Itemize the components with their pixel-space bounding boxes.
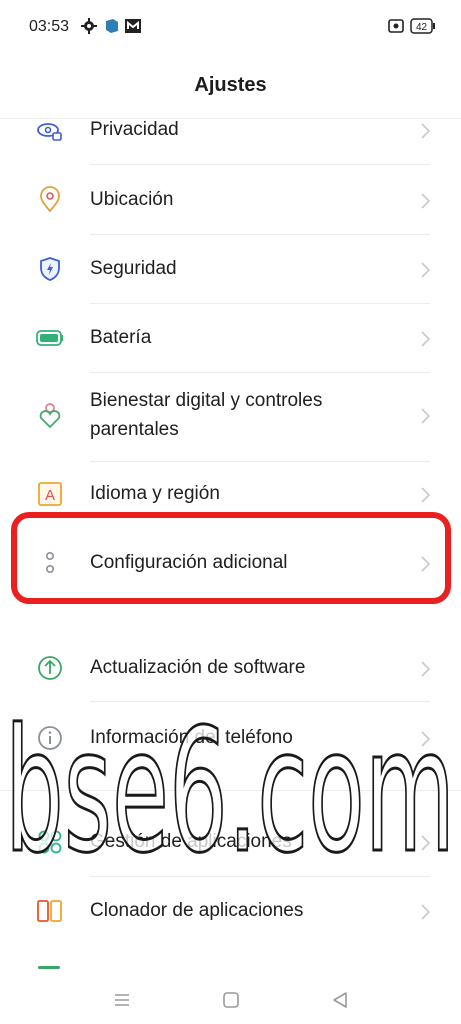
navigation-bar bbox=[0, 978, 461, 1024]
divider bbox=[90, 234, 430, 235]
chevron-right-icon bbox=[416, 192, 434, 210]
shield-icon bbox=[36, 255, 64, 283]
chevron-right-icon bbox=[416, 261, 434, 279]
battery-level: 42 bbox=[416, 22, 428, 33]
digital-wellbeing-icon bbox=[36, 401, 64, 429]
privacy-icon bbox=[36, 118, 64, 146]
chevron-right-icon bbox=[416, 903, 434, 921]
home-icon[interactable] bbox=[219, 988, 243, 1012]
settings-item-label: Clonador de aplicaciones bbox=[90, 900, 304, 921]
settings-item-software-update[interactable]: Actualización de software bbox=[0, 652, 461, 684]
highlight-box bbox=[11, 512, 451, 604]
settings-item-language[interactable]: A Idioma y región bbox=[0, 478, 461, 510]
chevron-right-icon bbox=[416, 486, 434, 504]
app-cloner-icon bbox=[36, 897, 64, 925]
page-title: Ajustes bbox=[194, 74, 267, 96]
location-pin-icon bbox=[36, 186, 64, 214]
settings-item-label-line2: parentales bbox=[90, 419, 179, 440]
settings-item-label: Idioma y región bbox=[90, 483, 220, 504]
divider bbox=[90, 303, 430, 304]
settings-item-privacy[interactable]: Privacidad bbox=[0, 116, 461, 146]
chevron-right-icon bbox=[416, 122, 434, 140]
settings-item-label: Ubicación bbox=[90, 189, 174, 210]
next-item-peek-icon bbox=[38, 966, 60, 969]
status-bar: 03:53 42 bbox=[0, 0, 461, 56]
divider bbox=[90, 164, 430, 165]
divider bbox=[90, 372, 430, 373]
divider bbox=[90, 461, 430, 462]
settings-item-label: Privacidad bbox=[90, 119, 179, 140]
chevron-right-icon bbox=[416, 660, 434, 678]
chevron-right-icon bbox=[416, 407, 434, 425]
app-notification-icon bbox=[104, 17, 120, 40]
settings-item-label: Seguridad bbox=[90, 258, 177, 279]
gear-icon bbox=[80, 17, 98, 40]
settings-item-label: Batería bbox=[90, 327, 152, 348]
settings-item-location[interactable]: Ubicación bbox=[0, 184, 461, 216]
status-time: 03:53 bbox=[29, 18, 70, 35]
settings-item-battery[interactable]: Batería bbox=[0, 322, 461, 354]
watermark: bse6.com bbox=[4, 692, 457, 881]
menu-icon[interactable] bbox=[110, 988, 134, 1012]
settings-item-label-line1: Bienestar digital y controles bbox=[90, 390, 323, 411]
language-icon: A bbox=[36, 480, 64, 508]
back-icon[interactable] bbox=[328, 988, 352, 1012]
chevron-right-icon bbox=[416, 330, 434, 348]
screen-record-icon bbox=[388, 18, 404, 39]
settings-item-digital-wellbeing[interactable]: Bienestar digital y controles parentales bbox=[0, 387, 461, 447]
update-arrow-icon bbox=[36, 654, 64, 682]
mail-icon bbox=[124, 17, 142, 40]
settings-item-label: Actualización de software bbox=[90, 657, 306, 678]
svg-text:A: A bbox=[45, 487, 55, 504]
watermark-text: bse6.com bbox=[5, 693, 455, 880]
battery-status-icon: 42 bbox=[410, 18, 436, 39]
battery-icon bbox=[36, 324, 64, 352]
settings-item-security[interactable]: Seguridad bbox=[0, 253, 461, 285]
settings-item-app-cloner[interactable]: Clonador de aplicaciones bbox=[0, 895, 461, 927]
